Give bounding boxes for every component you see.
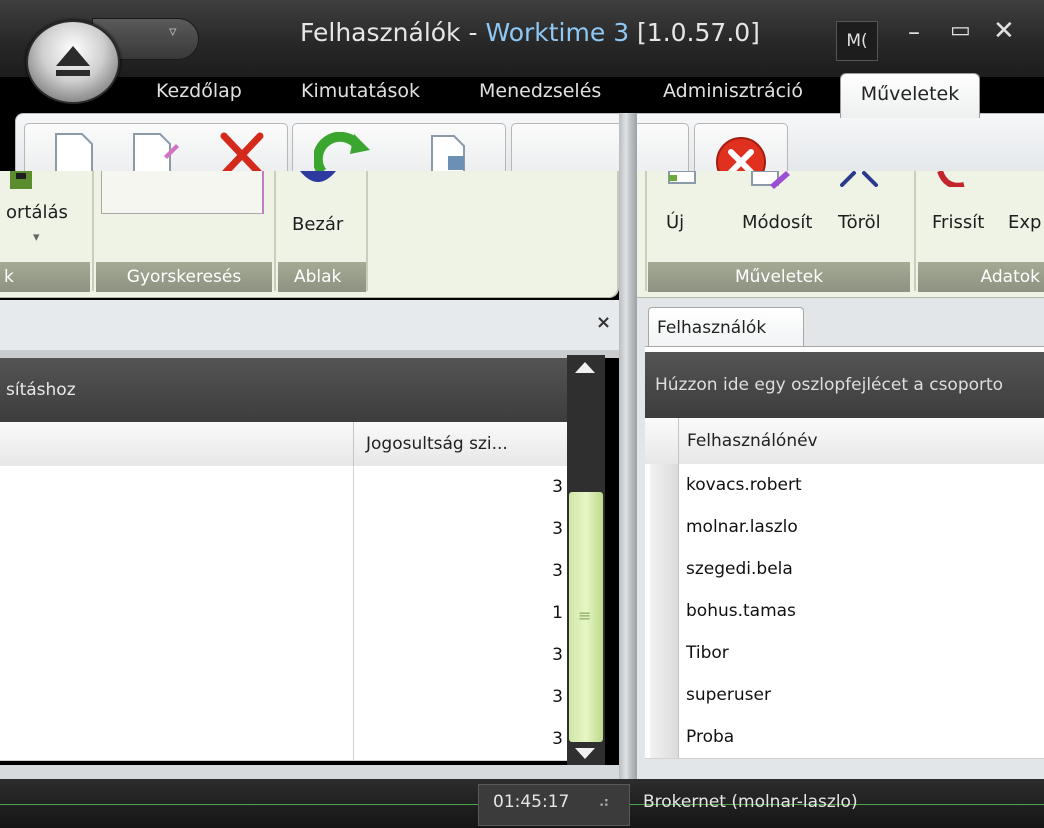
- username-cell: bohus.tamas: [686, 601, 796, 621]
- delete-x-icon[interactable]: [218, 132, 266, 174]
- tab-muveletek[interactable]: Műveletek: [840, 73, 980, 118]
- row-selector[interactable]: [650, 548, 679, 590]
- export-document-icon[interactable]: [428, 134, 484, 174]
- group-divider: [366, 171, 368, 291]
- edit-icon: [751, 171, 790, 189]
- row-selector[interactable]: [650, 506, 679, 548]
- group-caption-window: Ablak: [278, 262, 366, 292]
- group-divider: [914, 171, 916, 291]
- window-close-button[interactable]: ✕: [993, 16, 1015, 46]
- username-cell: szegedi.bela: [686, 559, 793, 579]
- export-button-label[interactable]: Exp: [1008, 212, 1041, 233]
- row-selector[interactable]: [650, 674, 679, 716]
- ribbon-group-top: [511, 123, 689, 172]
- refresh-small-icon: [937, 171, 965, 187]
- table-cell: 3: [353, 634, 567, 676]
- group-caption-cut: k: [0, 262, 90, 292]
- left-panel-close-button[interactable]: ×: [596, 312, 611, 333]
- app-name: Worktime 3: [485, 18, 630, 47]
- group-divider: [92, 171, 94, 291]
- tab-adminisztracio[interactable]: Adminisztráció: [663, 80, 803, 102]
- column-header-felhasznalonev[interactable]: Felhasználónév: [678, 418, 818, 464]
- table-cell: 3: [353, 676, 567, 718]
- edit-button-label[interactable]: Módosít: [742, 212, 812, 233]
- left-panel-footer: [0, 765, 619, 779]
- edit-document-icon[interactable]: [130, 132, 180, 174]
- scroll-down-arrow-icon[interactable]: [575, 748, 595, 759]
- panel-splitter[interactable]: [619, 113, 637, 828]
- row-selector[interactable]: [650, 716, 679, 758]
- row-selector[interactable]: [650, 590, 679, 632]
- delete-button-label[interactable]: Töröl: [838, 212, 881, 233]
- close-window-icon: [300, 171, 336, 182]
- row-selector[interactable]: [650, 632, 679, 674]
- window-title-prefix: Felhasználók -: [300, 18, 486, 47]
- new-document-icon[interactable]: [52, 132, 96, 174]
- group-divider: [274, 171, 276, 291]
- username-cell: Proba: [686, 727, 735, 747]
- username-cell: molnar.laszlo: [686, 517, 798, 537]
- username-cell: superuser: [686, 685, 771, 705]
- refresh-button-label[interactable]: Frissít: [932, 212, 984, 233]
- group-caption-quicksearch: Gyorskeresés: [96, 262, 272, 292]
- sort-button-label[interactable]: ortálás: [6, 202, 68, 223]
- right-group-by-area[interactable]: Húzzon ide egy oszlopfejlécet a csoporto: [645, 352, 1044, 418]
- left-panel-header: [0, 300, 619, 350]
- table-cell: 3: [353, 718, 567, 760]
- sort-save-icon: [10, 171, 32, 189]
- table-cell: 3: [353, 550, 567, 592]
- close-button-label[interactable]: Bezár: [292, 214, 343, 235]
- resize-grip-icon[interactable]: ⠴: [598, 792, 610, 811]
- quick-access-dropdown-icon[interactable]: ▿: [169, 22, 177, 40]
- left-panel-separator: [0, 350, 619, 358]
- application-menu-button[interactable]: [26, 20, 120, 104]
- row-selector[interactable]: [650, 464, 679, 506]
- window-title: Felhasználók - Worktime 3 [1.0.57.0]: [300, 18, 760, 47]
- close-red-icon[interactable]: [714, 136, 768, 172]
- clock-time: 01:45:17: [493, 792, 570, 812]
- group-caption-data: Adatok: [918, 262, 1044, 292]
- quicksearch-box[interactable]: [101, 171, 264, 214]
- group-divider: [645, 171, 647, 291]
- scrollbar-grip-icon: ≡: [578, 606, 592, 625]
- maximize-button[interactable]: ▭: [950, 18, 971, 43]
- new-icon: [668, 171, 696, 184]
- sort-dropdown-icon[interactable]: ▾: [33, 230, 40, 245]
- left-group-by-area[interactable]: sításhoz: [0, 358, 567, 422]
- app-version: [1.0.57.0]: [637, 18, 760, 47]
- left-group-hint: sításhoz: [6, 380, 76, 400]
- connection-status: Brokernet (molnar-laszlo): [643, 792, 858, 812]
- delete-icon: [840, 171, 878, 187]
- table-cell: 1: [353, 592, 567, 634]
- username-cell: kovacs.robert: [686, 475, 802, 495]
- column-header-jogosultsag[interactable]: Jogosultság szi...: [353, 422, 567, 466]
- username-cell: Tibor: [686, 643, 729, 663]
- table-cell: 3: [353, 466, 567, 508]
- minimize-button[interactable]: –: [908, 18, 920, 46]
- table-cell: 3: [353, 508, 567, 550]
- refresh-icon[interactable]: [314, 132, 372, 174]
- orb-eject-icon: [56, 46, 90, 76]
- scroll-up-arrow-icon[interactable]: [575, 362, 595, 373]
- new-button-label[interactable]: Új: [666, 212, 684, 233]
- tab-felhasznalok[interactable]: Felhasználók: [648, 307, 804, 347]
- tab-kimutatasok[interactable]: Kimutatások: [301, 80, 420, 102]
- group-caption-actions: Műveletek: [648, 262, 910, 292]
- tab-menedzseles[interactable]: Menedzselés: [479, 80, 601, 102]
- user-badge[interactable]: M(: [836, 21, 878, 61]
- tab-kezdolap[interactable]: Kezdőlap: [156, 80, 242, 102]
